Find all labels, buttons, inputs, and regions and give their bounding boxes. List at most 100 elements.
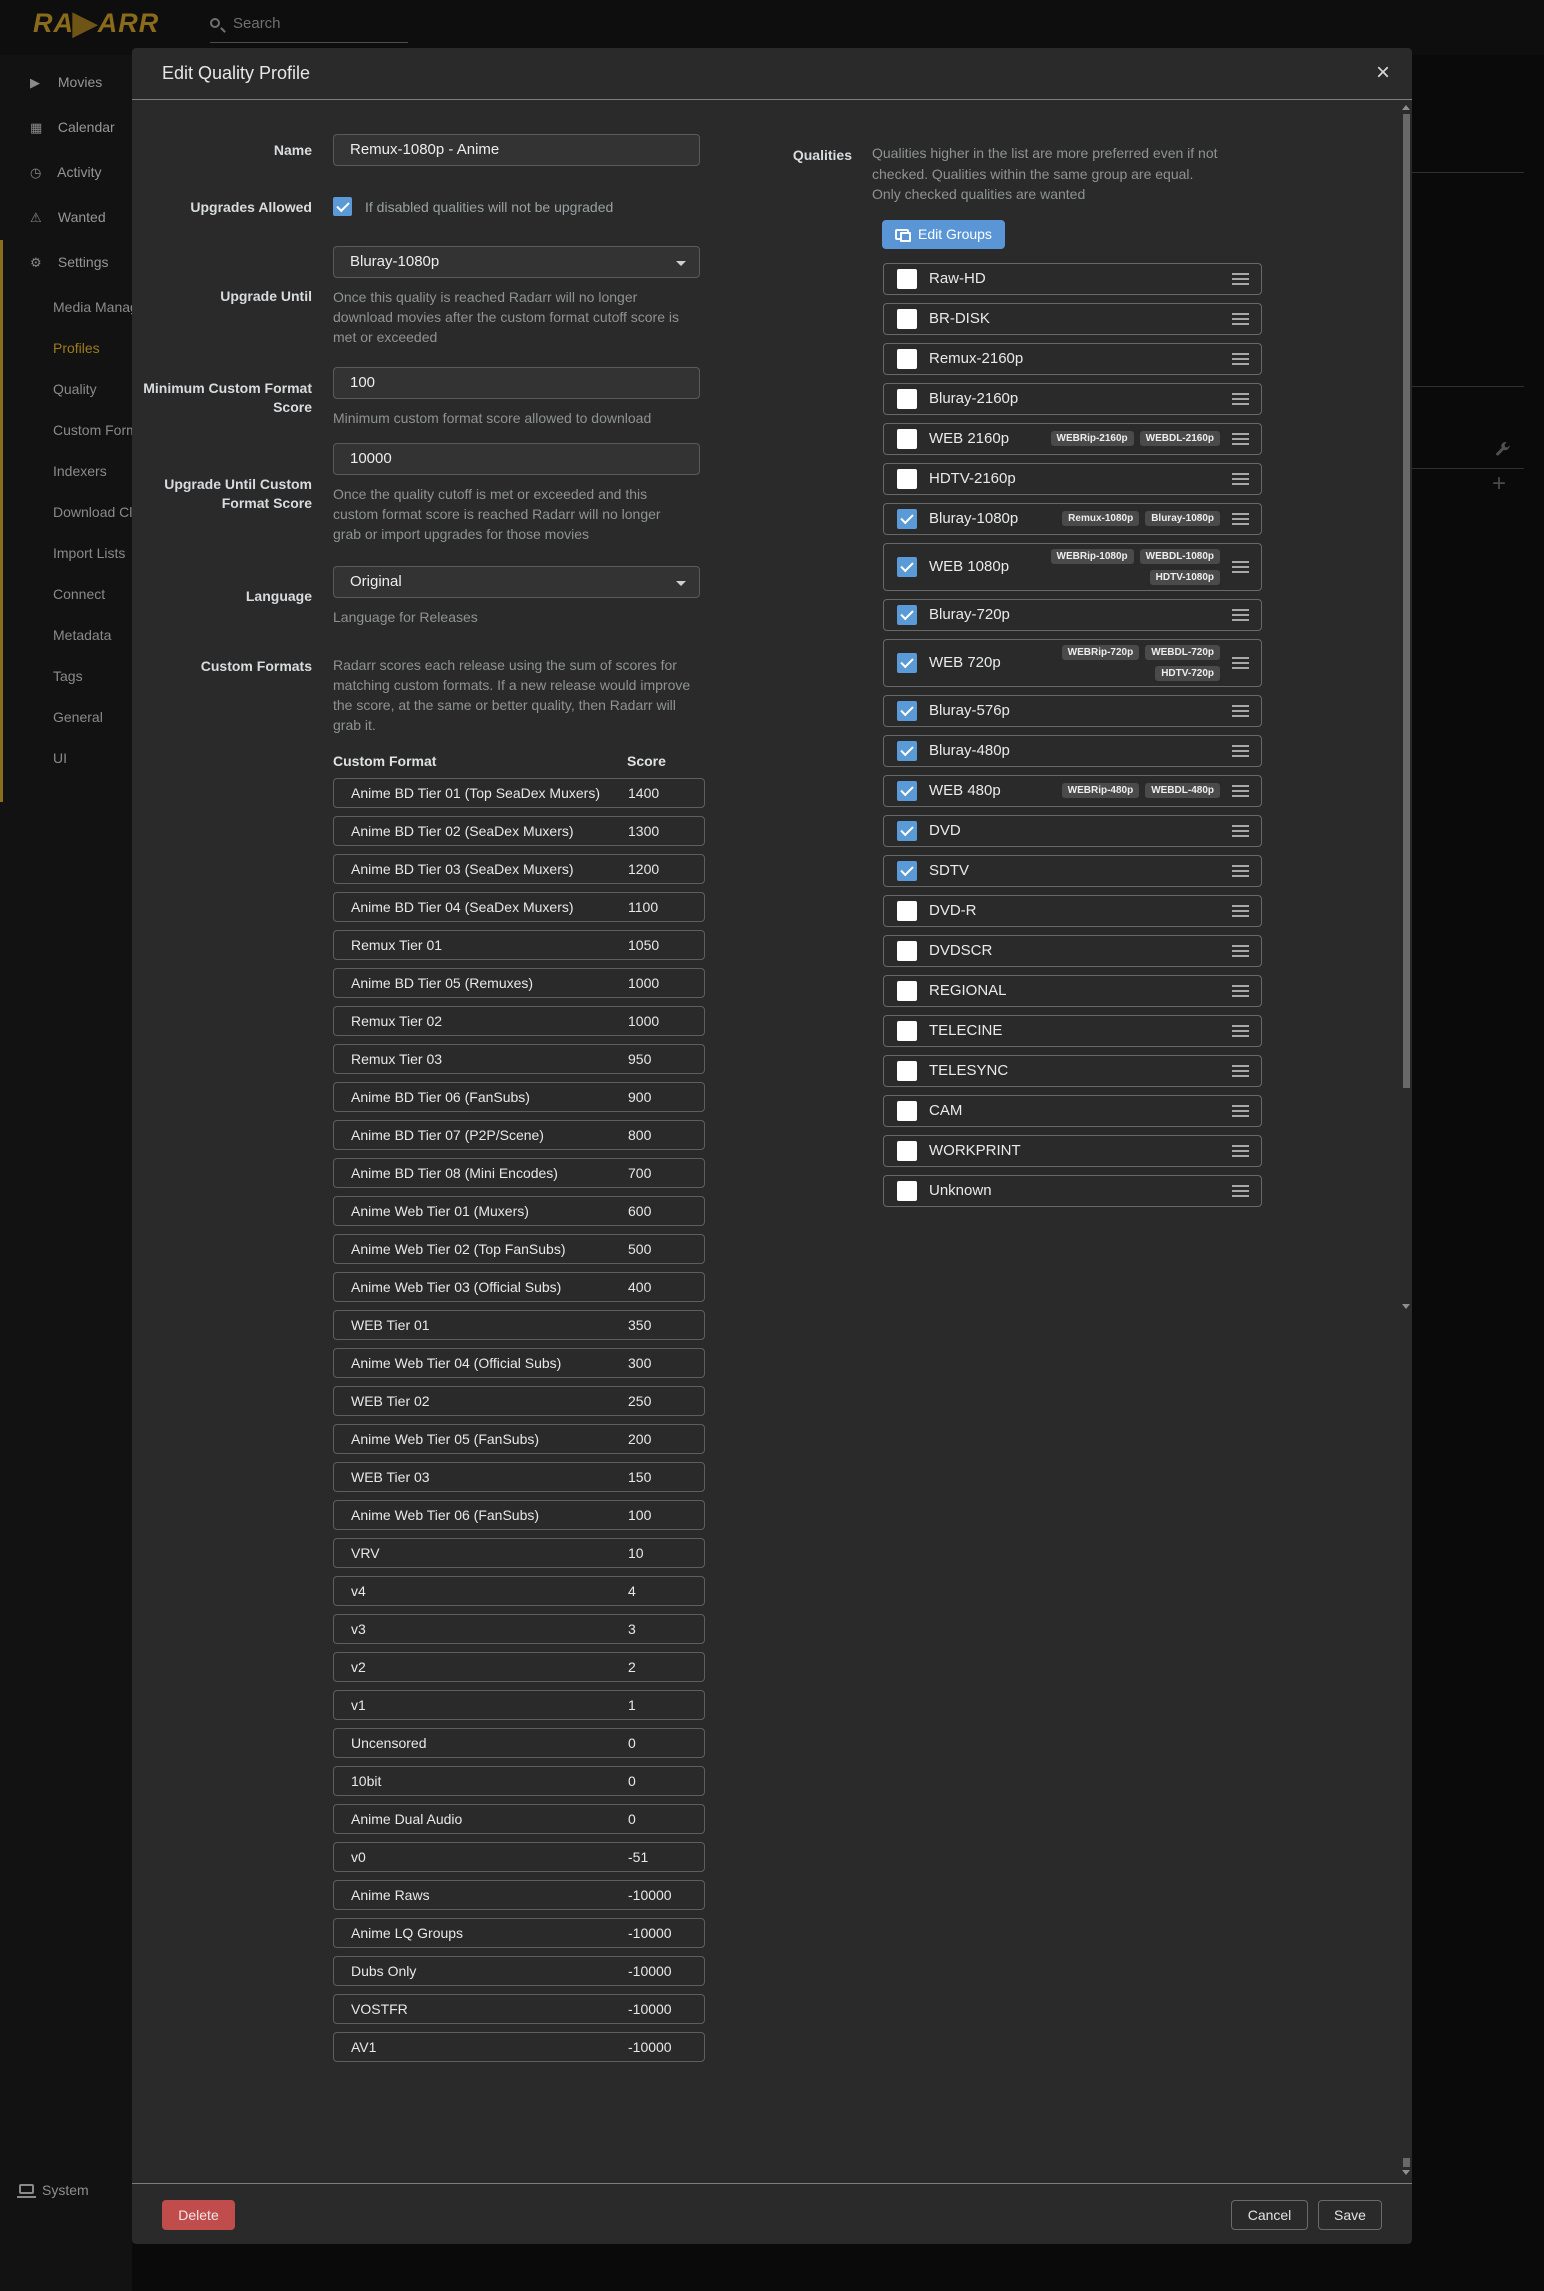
- quality-row[interactable]: Bluray-576p: [883, 695, 1262, 727]
- quality-row[interactable]: WEB 2160p WEBRip-2160pWEBDL-2160p: [883, 423, 1262, 455]
- name-input[interactable]: Remux-1080p - Anime: [333, 134, 700, 166]
- sidebar-item-system[interactable]: System: [0, 2178, 89, 2202]
- drag-handle-icon[interactable]: [1232, 1105, 1249, 1117]
- drag-handle-icon[interactable]: [1232, 561, 1249, 573]
- sidebar-item-general[interactable]: General: [0, 697, 132, 738]
- drag-handle-icon[interactable]: [1232, 353, 1249, 365]
- sidebar-item-profiles[interactable]: Profiles: [0, 328, 132, 369]
- quality-checkbox[interactable]: [897, 269, 917, 289]
- quality-row[interactable]: Bluray-720p: [883, 599, 1262, 631]
- sidebar-item-indexers[interactable]: Indexers: [0, 451, 132, 492]
- edit-groups-button[interactable]: Edit Groups: [882, 220, 1005, 249]
- drag-handle-icon[interactable]: [1232, 1185, 1249, 1197]
- drag-handle-icon[interactable]: [1232, 273, 1249, 285]
- quality-row[interactable]: SDTV: [883, 855, 1262, 887]
- scrollbar-thumb[interactable]: [1403, 114, 1410, 1088]
- quality-row[interactable]: REGIONAL: [883, 975, 1262, 1007]
- quality-checkbox[interactable]: [897, 701, 917, 721]
- drag-handle-icon[interactable]: [1232, 609, 1249, 621]
- quality-checkbox[interactable]: [897, 1141, 917, 1161]
- quality-checkbox[interactable]: [897, 605, 917, 625]
- quality-row[interactable]: Remux-2160p: [883, 343, 1262, 375]
- quality-row[interactable]: TELECINE: [883, 1015, 1262, 1047]
- upgrades-allowed-checkbox[interactable]: [333, 197, 352, 216]
- quality-checkbox[interactable]: [897, 821, 917, 841]
- sidebar-item-tags[interactable]: Tags: [0, 656, 132, 697]
- drag-handle-icon[interactable]: [1232, 825, 1249, 837]
- quality-checkbox[interactable]: [897, 1061, 917, 1081]
- sidebar-item-custom-formats[interactable]: Custom Formats: [0, 410, 132, 451]
- cancel-button[interactable]: Cancel: [1231, 2200, 1308, 2230]
- quality-checkbox[interactable]: [897, 1181, 917, 1201]
- sidebar-item-ui[interactable]: UI: [0, 738, 132, 779]
- sidebar-item-movies[interactable]: ▶ Movies: [0, 60, 132, 105]
- close-icon[interactable]: ×: [1376, 59, 1390, 87]
- quality-checkbox[interactable]: [897, 429, 917, 449]
- quality-checkbox[interactable]: [897, 557, 917, 577]
- drag-handle-icon[interactable]: [1232, 905, 1249, 917]
- drag-handle-icon[interactable]: [1232, 473, 1249, 485]
- quality-row[interactable]: WEB 480p WEBRip-480pWEBDL-480p: [883, 775, 1262, 807]
- upgrade-until-select[interactable]: Bluray-1080p: [333, 246, 700, 278]
- minimum-cfs-input[interactable]: 100: [333, 367, 700, 399]
- sidebar-item-wanted[interactable]: ⚠ Wanted: [0, 195, 132, 240]
- quality-checkbox[interactable]: [897, 981, 917, 1001]
- quality-row[interactable]: Raw-HD: [883, 263, 1262, 295]
- sidebar-item-connect[interactable]: Connect: [0, 574, 132, 615]
- drag-handle-icon[interactable]: [1232, 785, 1249, 797]
- upgrade-cfs-input[interactable]: 10000: [333, 443, 700, 475]
- quality-row[interactable]: CAM: [883, 1095, 1262, 1127]
- radarr-logo[interactable]: RA▶ARR: [33, 8, 159, 39]
- save-button[interactable]: Save: [1318, 2200, 1382, 2230]
- quality-checkbox[interactable]: [897, 509, 917, 529]
- sidebar-item-import-lists[interactable]: Import Lists: [0, 533, 132, 574]
- scroll-up-icon[interactable]: [1402, 105, 1410, 110]
- drag-handle-icon[interactable]: [1232, 1065, 1249, 1077]
- quality-row[interactable]: DVD-R: [883, 895, 1262, 927]
- scroll-down-icon[interactable]: [1402, 2170, 1410, 2175]
- quality-row[interactable]: WORKPRINT: [883, 1135, 1262, 1167]
- drag-handle-icon[interactable]: [1232, 865, 1249, 877]
- quality-row[interactable]: Unknown: [883, 1175, 1262, 1207]
- drag-handle-icon[interactable]: [1232, 313, 1249, 325]
- drag-handle-icon[interactable]: [1232, 433, 1249, 445]
- sidebar-item-settings[interactable]: ⚙ Settings: [0, 240, 132, 285]
- quality-checkbox[interactable]: [897, 901, 917, 921]
- quality-row[interactable]: DVDSCR: [883, 935, 1262, 967]
- quality-checkbox[interactable]: [897, 653, 917, 673]
- quality-row[interactable]: TELESYNC: [883, 1055, 1262, 1087]
- drag-handle-icon[interactable]: [1232, 1025, 1249, 1037]
- quality-row[interactable]: Bluray-2160p: [883, 383, 1262, 415]
- language-select[interactable]: Original: [333, 566, 700, 598]
- drag-handle-icon[interactable]: [1232, 705, 1249, 717]
- quality-row[interactable]: WEB 1080p WEBRip-1080pWEBDL-1080pHDTV-10…: [883, 543, 1262, 591]
- sidebar-item-metadata[interactable]: Metadata: [0, 615, 132, 656]
- quality-checkbox[interactable]: [897, 349, 917, 369]
- quality-checkbox[interactable]: [897, 861, 917, 881]
- sidebar-item-media-management[interactable]: Media Management: [0, 287, 132, 328]
- drag-handle-icon[interactable]: [1232, 513, 1249, 525]
- sidebar-item-download-clients[interactable]: Download Clients: [0, 492, 132, 533]
- quality-row[interactable]: WEB 720p WEBRip-720pWEBDL-720pHDTV-720p: [883, 639, 1262, 687]
- sidebar-item-calendar[interactable]: ▦ Calendar: [0, 105, 132, 150]
- quality-row[interactable]: HDTV-2160p: [883, 463, 1262, 495]
- quality-checkbox[interactable]: [897, 469, 917, 489]
- quality-checkbox[interactable]: [897, 309, 917, 329]
- sidebar-item-quality[interactable]: Quality: [0, 369, 132, 410]
- quality-checkbox[interactable]: [897, 389, 917, 409]
- quality-row[interactable]: DVD: [883, 815, 1262, 847]
- sidebar-item-activity[interactable]: ◷ Activity: [0, 150, 132, 195]
- quality-checkbox[interactable]: [897, 741, 917, 761]
- quality-row[interactable]: BR-DISK: [883, 303, 1262, 335]
- quality-checkbox[interactable]: [897, 1101, 917, 1121]
- drag-handle-icon[interactable]: [1232, 1145, 1249, 1157]
- quality-checkbox[interactable]: [897, 1021, 917, 1041]
- drag-handle-icon[interactable]: [1232, 945, 1249, 957]
- quality-row[interactable]: Bluray-1080p Remux-1080pBluray-1080p: [883, 503, 1262, 535]
- scroll-down-icon[interactable]: [1402, 1304, 1410, 1309]
- drag-handle-icon[interactable]: [1232, 985, 1249, 997]
- drag-handle-icon[interactable]: [1232, 745, 1249, 757]
- delete-button[interactable]: Delete: [162, 2200, 235, 2230]
- quality-checkbox[interactable]: [897, 781, 917, 801]
- drag-handle-icon[interactable]: [1232, 393, 1249, 405]
